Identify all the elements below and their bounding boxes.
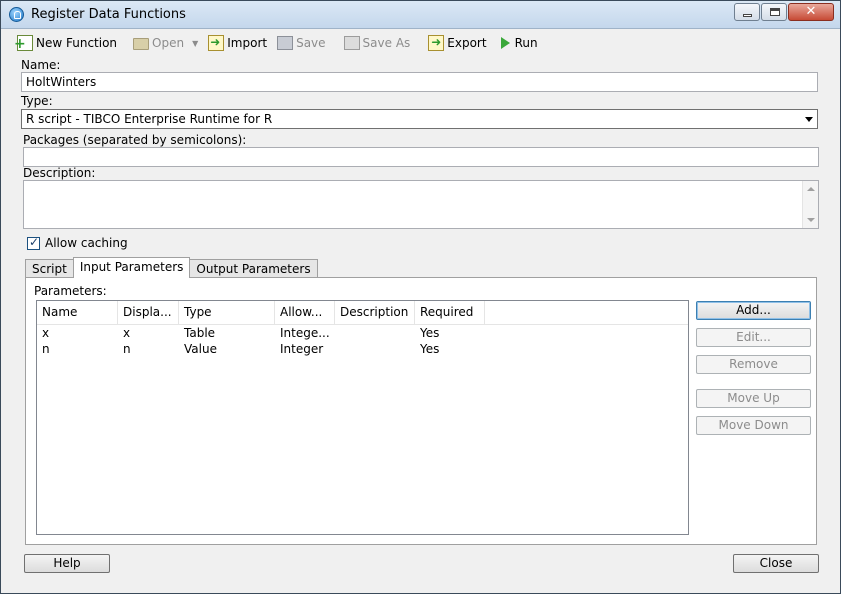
save-as-button[interactable]: Save As bbox=[343, 36, 411, 50]
parameters-label: Parameters: bbox=[34, 284, 107, 298]
export-label: Export bbox=[447, 36, 487, 50]
minimize-button[interactable] bbox=[734, 3, 760, 21]
table-row[interactable]: n n Value Integer Yes bbox=[37, 341, 688, 357]
cell-description bbox=[335, 341, 415, 357]
table-header: Name Displa... Type Allow... Description… bbox=[37, 301, 688, 325]
new-function-label: New Function bbox=[36, 36, 118, 50]
run-play-icon bbox=[500, 37, 510, 49]
save-icon bbox=[277, 36, 294, 50]
minimize-icon bbox=[743, 14, 752, 17]
remove-parameter-button[interactable]: Remove bbox=[696, 355, 811, 374]
column-header-description[interactable]: Description bbox=[335, 301, 415, 324]
tab-output-parameters[interactable]: Output Parameters bbox=[189, 259, 318, 278]
app-icon bbox=[9, 7, 24, 22]
open-button[interactable]: Open ▼ bbox=[133, 36, 198, 50]
import-button[interactable]: Import bbox=[208, 35, 267, 51]
description-label: Description: bbox=[23, 166, 96, 180]
save-as-label: Save As bbox=[362, 36, 411, 50]
window-controls: ✕ bbox=[734, 3, 834, 21]
move-down-button[interactable]: Move Down bbox=[696, 416, 811, 435]
name-label: Name: bbox=[21, 58, 61, 72]
close-icon: ✕ bbox=[805, 4, 817, 19]
save-as-icon bbox=[343, 36, 360, 50]
new-function-button[interactable]: New Function bbox=[14, 35, 118, 51]
export-icon bbox=[428, 35, 445, 51]
run-label: Run bbox=[514, 36, 538, 50]
column-header-allowed[interactable]: Allow... bbox=[275, 301, 335, 324]
cell-required: Yes bbox=[420, 326, 440, 340]
window-title: Register Data Functions bbox=[31, 7, 186, 22]
move-up-button[interactable]: Move Up bbox=[696, 389, 811, 408]
export-button[interactable]: Export bbox=[428, 35, 487, 51]
import-label: Import bbox=[227, 36, 268, 50]
cell-type: Table bbox=[184, 326, 216, 340]
column-header-name[interactable]: Name bbox=[37, 301, 118, 324]
parameter-tabs: Script Input Parameters Output Parameter… bbox=[25, 257, 318, 278]
close-window-button[interactable]: ✕ bbox=[788, 3, 834, 21]
maximize-icon bbox=[770, 8, 780, 16]
packages-field[interactable] bbox=[23, 147, 819, 167]
name-field[interactable]: HoltWinters bbox=[21, 72, 818, 92]
input-parameters-panel: Parameters: Name Displa... Type Allow...… bbox=[25, 277, 817, 545]
packages-label: Packages (separated by semicolons): bbox=[23, 133, 247, 147]
column-header-type[interactable]: Type bbox=[179, 301, 275, 324]
title-bar[interactable]: Register Data Functions ✕ bbox=[1, 1, 840, 29]
parameters-table[interactable]: Name Displa... Type Allow... Description… bbox=[36, 300, 689, 535]
new-function-icon bbox=[14, 35, 33, 51]
add-parameter-button[interactable]: Add... bbox=[696, 301, 811, 320]
scroll-up-icon[interactable] bbox=[807, 187, 815, 191]
open-label: Open bbox=[152, 36, 185, 50]
scroll-down-icon[interactable] bbox=[807, 218, 815, 222]
chevron-down-icon bbox=[805, 117, 813, 122]
save-label: Save bbox=[296, 36, 326, 50]
register-data-functions-dialog: Register Data Functions ✕ New Function O… bbox=[0, 0, 841, 594]
description-field[interactable] bbox=[23, 180, 819, 229]
cell-type: Value bbox=[184, 342, 217, 356]
open-dropdown-icon[interactable]: ▼ bbox=[192, 39, 198, 48]
help-button[interactable]: Help bbox=[24, 554, 110, 573]
allow-caching-checkbox[interactable] bbox=[27, 235, 40, 250]
run-button[interactable]: Run bbox=[497, 36, 538, 50]
description-scrollbar[interactable] bbox=[802, 181, 818, 228]
type-select-value: R script - TIBCO Enterprise Runtime for … bbox=[26, 112, 273, 126]
open-folder-icon bbox=[133, 38, 150, 50]
type-label: Type: bbox=[21, 94, 53, 108]
toolbar: New Function Open ▼ Import Save Save As … bbox=[14, 33, 548, 53]
column-header-display[interactable]: Displa... bbox=[118, 301, 179, 324]
tab-input-parameters[interactable]: Input Parameters bbox=[72, 257, 191, 278]
maximize-button[interactable] bbox=[761, 3, 787, 21]
cell-name: x bbox=[42, 326, 50, 340]
type-select[interactable]: R script - TIBCO Enterprise Runtime for … bbox=[21, 109, 818, 129]
tab-script[interactable]: Script bbox=[25, 259, 74, 278]
close-button[interactable]: Close bbox=[733, 554, 819, 573]
cell-allowed: Intege... bbox=[280, 326, 330, 340]
cell-allowed: Integer bbox=[280, 342, 324, 356]
save-button[interactable]: Save bbox=[277, 36, 326, 50]
table-row[interactable]: x x Table Intege... Yes bbox=[37, 325, 688, 341]
cell-required: Yes bbox=[420, 342, 440, 356]
import-icon bbox=[208, 35, 225, 51]
cell-display: n bbox=[123, 342, 131, 356]
edit-parameter-button[interactable]: Edit... bbox=[696, 328, 811, 347]
allow-caching-label[interactable]: Allow caching bbox=[45, 236, 128, 250]
cell-description bbox=[335, 325, 415, 341]
cell-name: n bbox=[42, 342, 50, 356]
column-header-required[interactable]: Required bbox=[415, 301, 485, 324]
cell-display: x bbox=[123, 326, 131, 340]
